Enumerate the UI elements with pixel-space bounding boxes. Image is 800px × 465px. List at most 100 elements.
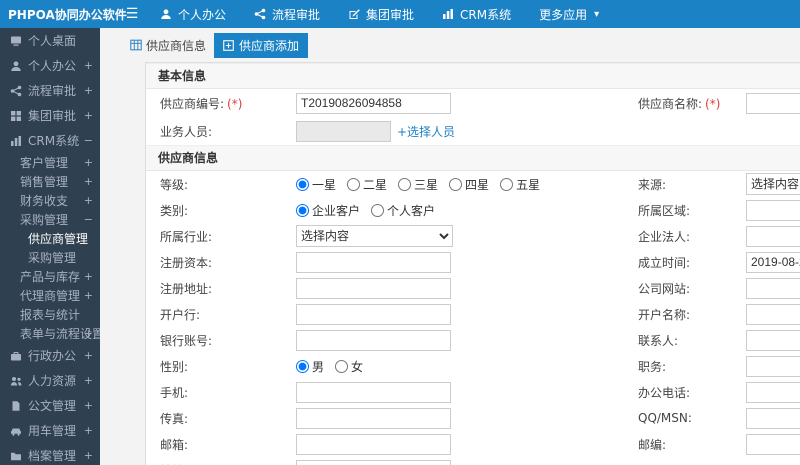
label-text: 银行账号: bbox=[160, 333, 213, 348]
sidebar-item-customer-mgmt[interactable]: 客户管理 + bbox=[0, 153, 100, 172]
tab-supplier-add[interactable]: 供应商添加 bbox=[214, 32, 309, 58]
radio-input[interactable] bbox=[296, 203, 309, 217]
expand-toggle-icon: + bbox=[83, 109, 93, 122]
registered-capital-input[interactable] bbox=[296, 251, 451, 273]
sidebar-item-reports-statistics[interactable]: 报表与统计 bbox=[0, 305, 100, 324]
radio-input[interactable] bbox=[371, 203, 385, 217]
gender-option-male[interactable]: 男 bbox=[296, 358, 324, 375]
expand-toggle-icon: + bbox=[83, 327, 93, 340]
mobile-input[interactable] bbox=[296, 381, 451, 403]
label-text: QQ/MSN: bbox=[638, 411, 692, 425]
radio-input[interactable] bbox=[449, 177, 463, 191]
section-title-supplier-info: 供应商信息 bbox=[146, 145, 800, 171]
category-option-company[interactable]: 企业客户 bbox=[296, 202, 360, 219]
tab-bar: 供应商信息 供应商添加 bbox=[100, 28, 800, 62]
sidebar-item-personal-desktop[interactable]: 个人桌面 bbox=[0, 28, 100, 53]
grade-radio-group: 一星 二星 三星 四星 五星 bbox=[296, 176, 638, 193]
supplier-no-input[interactable] bbox=[296, 92, 451, 114]
grade-option-4[interactable]: 四星 bbox=[449, 176, 489, 193]
expand-toggle-icon: + bbox=[83, 374, 93, 387]
field-label: 银行账号: bbox=[146, 332, 296, 349]
field-label: 所属区域: bbox=[638, 202, 746, 219]
contact-input[interactable] bbox=[746, 329, 800, 351]
label-text: 类别: bbox=[160, 203, 189, 218]
nav-crm-system[interactable]: CRM系统 bbox=[428, 0, 525, 28]
bank-input[interactable] bbox=[296, 303, 451, 325]
sidebar-item-product-inventory[interactable]: 产品与库存 + bbox=[0, 267, 100, 286]
nav-group-approval[interactable]: 集团审批 bbox=[334, 0, 428, 28]
grade-option-2[interactable]: 二星 bbox=[347, 176, 387, 193]
radio-input[interactable] bbox=[296, 359, 309, 373]
source-select[interactable]: 选择内容 bbox=[746, 173, 800, 195]
sidebar-item-procurement-mgmt[interactable]: 采购管理 bbox=[0, 248, 100, 267]
folder-icon bbox=[11, 452, 21, 460]
category-option-personal[interactable]: 个人客户 bbox=[371, 202, 435, 219]
radio-input[interactable] bbox=[500, 177, 514, 191]
salesperson-input[interactable] bbox=[296, 120, 391, 142]
sidebar-item-sales-mgmt[interactable]: 销售管理 + bbox=[0, 172, 100, 191]
grade-option-5[interactable]: 五星 bbox=[500, 176, 540, 193]
radio-input[interactable] bbox=[347, 177, 361, 191]
email-input[interactable] bbox=[296, 433, 451, 455]
office-phone-input[interactable] bbox=[746, 381, 800, 403]
zip-input[interactable] bbox=[746, 433, 800, 455]
nav-label: 个人办公 bbox=[178, 7, 227, 22]
user-icon bbox=[11, 60, 21, 71]
sidebar-item-workflow-approval[interactable]: 流程审批 + bbox=[0, 78, 100, 103]
main-content: 供应商信息 供应商添加 基本信息 供应商编号:(*) 供应商名称:(*) 业务人… bbox=[100, 28, 800, 465]
region-input[interactable] bbox=[746, 199, 800, 221]
grade-option-3[interactable]: 三星 bbox=[398, 176, 438, 193]
field-label: 传真: bbox=[146, 410, 296, 427]
account-name-input[interactable] bbox=[746, 303, 800, 325]
radio-input[interactable] bbox=[335, 359, 349, 373]
sidebar-item-supplier-mgmt[interactable]: 供应商管理 bbox=[0, 229, 100, 248]
fax-input[interactable] bbox=[296, 407, 451, 429]
nav-workflow-approval[interactable]: 流程审批 bbox=[240, 0, 334, 28]
choose-person-link[interactable]: +选择人员 bbox=[397, 123, 455, 140]
sidebar-item-personal-office[interactable]: 个人办公 + bbox=[0, 53, 100, 78]
sidebar-item-admin-office[interactable]: 行政办公 + bbox=[0, 343, 100, 368]
sidebar-item-crm-system[interactable]: CRM系统 − bbox=[0, 128, 100, 153]
sidebar-item-archive-mgmt[interactable]: 档案管理 + bbox=[0, 443, 100, 465]
sidebar-item-official-doc-mgmt[interactable]: 公文管理 + bbox=[0, 393, 100, 418]
nav-more-apps[interactable]: 更多应用 ▾ bbox=[525, 0, 613, 28]
website-input[interactable] bbox=[746, 277, 800, 299]
sidebar-item-form-workflow-settings[interactable]: 表单与流程设置 + bbox=[0, 324, 100, 343]
field-label: QQ/MSN: bbox=[638, 411, 746, 425]
industry-select[interactable]: 选择内容 bbox=[296, 225, 453, 247]
bank-account-input[interactable] bbox=[296, 329, 451, 351]
nav-label: 更多应用 bbox=[539, 7, 588, 22]
qq-msn-input[interactable] bbox=[746, 407, 800, 429]
tab-supplier-info[interactable]: 供应商信息 bbox=[130, 37, 206, 54]
app-logo: PHPOA协同办公软件 bbox=[8, 7, 127, 22]
sidebar-item-finance-income-expense[interactable]: 财务收支 + bbox=[0, 191, 100, 210]
flow-icon bbox=[10, 85, 22, 96]
expand-toggle-icon: + bbox=[83, 349, 93, 362]
supplier-name-input[interactable] bbox=[746, 92, 800, 114]
radio-input[interactable] bbox=[398, 177, 412, 191]
caret-down-icon: ▾ bbox=[594, 8, 600, 20]
sidebar-item-human-resources[interactable]: 人力资源 + bbox=[0, 368, 100, 393]
label-text: 传真: bbox=[160, 411, 189, 426]
sidebar-item-group-approval[interactable]: 集团审批 + bbox=[0, 103, 100, 128]
legal-person-input[interactable] bbox=[746, 225, 800, 247]
radio-label: 个人客户 bbox=[387, 203, 436, 218]
expand-toggle-icon: + bbox=[83, 449, 93, 462]
sidebar-item-vehicle-mgmt[interactable]: 用车管理 + bbox=[0, 418, 100, 443]
radio-input[interactable] bbox=[296, 177, 309, 191]
radio-label: 女 bbox=[351, 359, 364, 374]
nav-personal-office[interactable]: 个人办公 bbox=[146, 0, 240, 28]
sidebar-item-label: 报表与统计 bbox=[20, 308, 81, 322]
grade-option-1[interactable]: 一星 bbox=[296, 176, 336, 193]
menu-toggle-icon[interactable]: ☰ bbox=[118, 6, 146, 22]
sidebar-item-purchase-mgmt[interactable]: 采购管理 − bbox=[0, 210, 100, 229]
established-time-input[interactable] bbox=[746, 251, 800, 273]
position-input[interactable] bbox=[746, 355, 800, 377]
sidebar-item-label: 行政办公 bbox=[28, 349, 77, 363]
address-input[interactable] bbox=[296, 459, 451, 465]
gender-option-female[interactable]: 女 bbox=[335, 358, 363, 375]
registered-address-input[interactable] bbox=[296, 277, 451, 299]
sidebar-item-agent-mgmt[interactable]: 代理商管理 + bbox=[0, 286, 100, 305]
form-row: 银行账号: 联系人: bbox=[146, 327, 800, 353]
flow-icon bbox=[254, 8, 266, 20]
